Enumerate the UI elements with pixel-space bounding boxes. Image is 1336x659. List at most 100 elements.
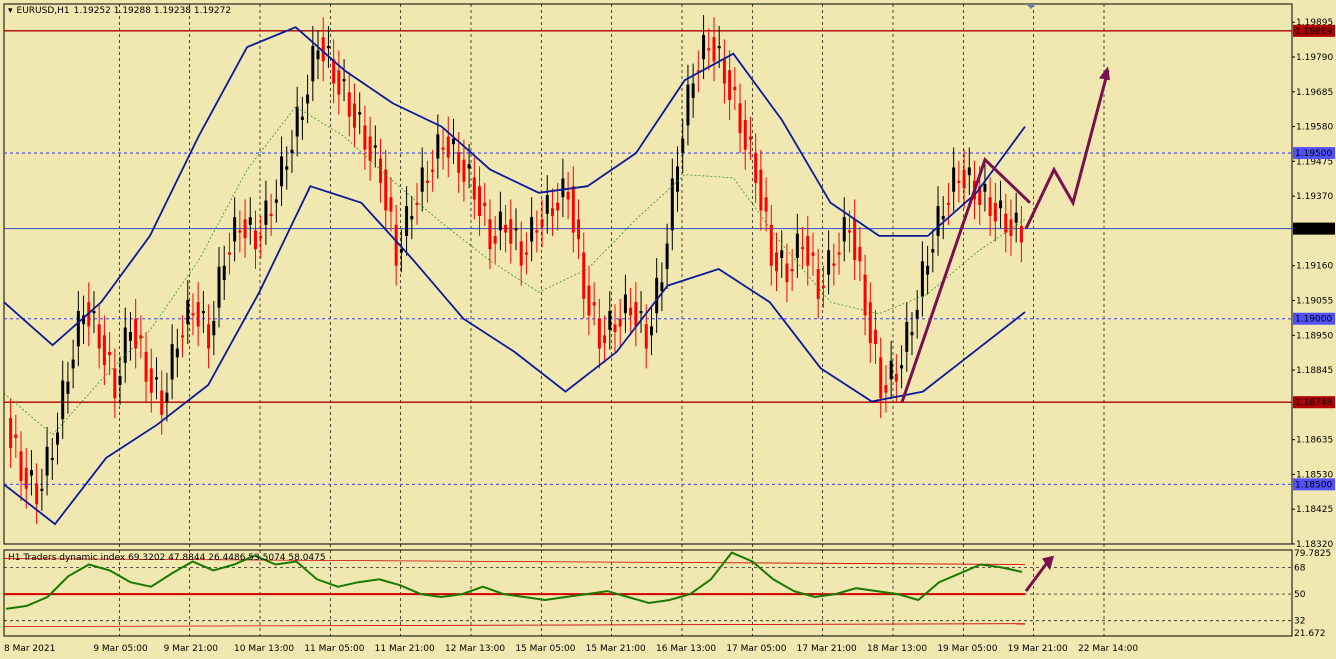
candle-body xyxy=(196,302,200,327)
candle-body xyxy=(462,159,466,182)
time-tick-label: 10 Mar 13:00 xyxy=(234,644,294,654)
candle-body xyxy=(509,219,513,244)
candle-body xyxy=(108,351,112,356)
candle-body xyxy=(316,50,320,60)
candle-body xyxy=(394,224,398,266)
scroll-marker-icon[interactable] xyxy=(1026,4,1036,9)
candle-body xyxy=(483,202,487,207)
candle-body xyxy=(623,294,627,314)
candle-body xyxy=(827,250,831,275)
candle-body xyxy=(962,169,966,189)
candle-body xyxy=(868,302,872,344)
candle-body xyxy=(743,119,747,150)
candle-body xyxy=(665,243,669,270)
candle-body xyxy=(988,197,992,217)
candle-body xyxy=(181,335,185,338)
candle-body xyxy=(342,79,346,82)
candle-body xyxy=(1014,212,1018,223)
candle-body xyxy=(863,274,867,316)
candle-body xyxy=(514,228,518,231)
candle-body xyxy=(764,197,768,212)
level-label-resistance: 1.19869 xyxy=(1295,27,1332,37)
candle-body xyxy=(352,103,356,128)
candle-body xyxy=(233,217,237,242)
candle-body xyxy=(118,376,122,385)
candle-body xyxy=(160,390,164,415)
candle-body xyxy=(587,285,591,316)
candle-body xyxy=(40,488,44,491)
candle-body xyxy=(493,235,497,244)
price-tick-label: 1.19790 xyxy=(1296,53,1333,63)
candle-body xyxy=(154,377,158,380)
forecast-arrow-path xyxy=(1024,69,1110,230)
candle-body xyxy=(837,252,841,255)
candle-body xyxy=(686,84,690,126)
candle-body xyxy=(722,59,726,84)
candle-body xyxy=(175,348,179,358)
candle-body xyxy=(170,344,174,380)
candle-body xyxy=(884,384,888,393)
indicator-scale-label: 68 xyxy=(1294,563,1306,573)
candle-body xyxy=(227,252,231,255)
candle-body xyxy=(816,269,820,299)
candle-body xyxy=(759,169,763,211)
bollinger-upper xyxy=(3,26,1026,347)
indicator-scale-label: 21.672 xyxy=(1294,629,1326,639)
candle-body xyxy=(285,166,289,170)
candle-body xyxy=(45,446,49,476)
candle-body xyxy=(571,186,575,233)
candle-body xyxy=(900,365,904,369)
candle-body xyxy=(717,45,721,49)
time-tick-label: 18 Mar 13:00 xyxy=(867,644,927,654)
candle-body xyxy=(504,224,508,233)
candle-body xyxy=(29,470,33,476)
candle-body xyxy=(389,197,393,212)
candle-body xyxy=(165,392,169,402)
candle-body xyxy=(415,202,419,205)
candle-body xyxy=(1019,225,1023,243)
time-tick-label: 19 Mar 05:00 xyxy=(937,644,997,654)
candle-body xyxy=(801,246,805,250)
candle-body xyxy=(123,327,127,363)
candle-body xyxy=(931,249,935,253)
candle-body xyxy=(24,467,28,489)
time-tick-label: 9 Mar 05:00 xyxy=(93,644,148,654)
price-tick-label: 1.19580 xyxy=(1296,123,1333,133)
candle-body xyxy=(639,310,643,314)
candle-body xyxy=(274,199,278,203)
candle-body xyxy=(472,177,476,200)
candle-body xyxy=(806,235,810,266)
candle-body xyxy=(748,136,752,140)
candle-body xyxy=(821,285,825,288)
indicator-scale-label: 79.7825 xyxy=(1294,549,1331,559)
candle-body xyxy=(306,94,310,104)
candle-body xyxy=(597,318,601,349)
candle-body xyxy=(290,149,294,154)
candle-body xyxy=(556,202,560,211)
candle-body xyxy=(618,318,622,327)
price-tick-label: 1.18425 xyxy=(1296,505,1333,515)
time-tick-label: 11 Mar 21:00 xyxy=(375,644,435,654)
candle-body xyxy=(957,180,961,183)
level-label-support: 1.18748 xyxy=(1295,398,1332,408)
candle-body xyxy=(71,359,75,369)
candle-body xyxy=(311,45,315,82)
candle-body xyxy=(441,147,445,150)
price-tick-label: 1.18950 xyxy=(1296,331,1333,341)
candle-body xyxy=(358,112,362,115)
indicator-scale-label: 32 xyxy=(1294,617,1305,627)
level-label-current: 1.19272 xyxy=(1295,225,1332,235)
time-tick-label: 12 Mar 13:00 xyxy=(445,644,505,654)
candle-body xyxy=(993,202,997,222)
candle-body xyxy=(92,310,96,314)
candle-body xyxy=(55,432,59,445)
time-tick-label: 8 Mar 2021 xyxy=(4,644,55,654)
candle-body xyxy=(561,178,565,198)
candle-body xyxy=(76,310,80,347)
candle-body xyxy=(186,299,190,325)
candle-body xyxy=(97,324,101,349)
candle-body xyxy=(577,219,581,240)
bollinger-lower xyxy=(3,185,1026,526)
time-tick-label: 15 Mar 21:00 xyxy=(586,644,646,654)
price-chart[interactable]: 8 Mar 2021 9 Mar 05:00 9 Mar 21:00 10 Mar 1… xyxy=(0,0,1336,659)
